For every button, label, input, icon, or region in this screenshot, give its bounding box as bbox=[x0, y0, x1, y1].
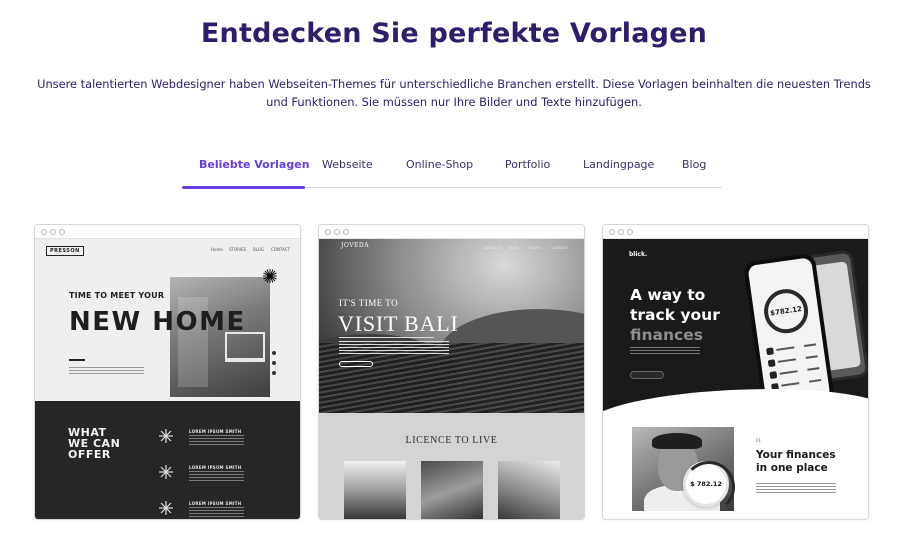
preview-headline: A way to track your finances bbox=[630, 286, 720, 344]
tab-blog[interactable]: Blog bbox=[682, 158, 706, 171]
page-subtitle: Unsere talentierten Webdesigner haben We… bbox=[37, 77, 871, 109]
tab-webseite[interactable]: Webseite bbox=[322, 158, 373, 171]
browser-bar bbox=[319, 225, 584, 239]
template-preview: JOVEDA ABOUT US BLOG TOURS CONTACT IT'S … bbox=[319, 239, 584, 519]
preview-section-title: WHAT WE CAN OFFER bbox=[68, 426, 121, 461]
preview-logo: PRESSON bbox=[46, 246, 84, 256]
preview-nav-item: TOURS bbox=[529, 246, 542, 250]
tab-portfolio[interactable]: Portfolio bbox=[505, 158, 550, 171]
tab-beliebte-vorlagen[interactable]: Beliebte Vorlagen bbox=[199, 158, 310, 171]
gallery-photo bbox=[498, 461, 560, 519]
service-title: LOREM IPSUM SMITH bbox=[189, 465, 242, 470]
window-dot-icon bbox=[618, 229, 624, 235]
preview-gallery: LICENCE TO LIVE bbox=[319, 413, 584, 519]
gallery-photo bbox=[344, 461, 406, 519]
preview-hero: JOVEDA ABOUT US BLOG TOURS CONTACT IT'S … bbox=[319, 239, 584, 413]
preview-hero: PRESSON Home STORIES BLOG CONTACT TIME T… bbox=[35, 239, 300, 401]
preview-hero: blick. A way to track your finances $782… bbox=[603, 239, 868, 421]
tab-landingpage[interactable]: Landingpage bbox=[583, 158, 654, 171]
building-photo bbox=[170, 277, 270, 397]
gallery-photo bbox=[421, 461, 483, 519]
window-dot-icon bbox=[627, 229, 633, 235]
preview-logo: blick. bbox=[629, 251, 648, 258]
preview-headline: NEW HOME bbox=[69, 307, 246, 337]
preview-kicker: IT'S TIME TO bbox=[339, 298, 399, 308]
tab-online-shop[interactable]: Online-Shop bbox=[406, 158, 473, 171]
preview-section-title: Your finances in one place bbox=[756, 449, 836, 474]
window-dot-icon bbox=[334, 229, 340, 235]
service-title: LOREM IPSUM SMITH bbox=[189, 501, 242, 506]
preview-nav-item: CONTACT bbox=[551, 246, 568, 250]
burst-icon bbox=[159, 501, 173, 515]
preview-logo: JOVEDA bbox=[341, 242, 370, 249]
balance-badge: $ 782.12 bbox=[683, 461, 735, 513]
facebook-icon bbox=[272, 361, 276, 365]
window-dot-icon bbox=[59, 229, 65, 235]
preview-headline: VISIT BALI bbox=[338, 311, 459, 336]
template-category-tabs: Beliebte Vorlagen Webseite Online-Shop P… bbox=[182, 152, 722, 189]
preview-section-title: LICENCE TO LIVE bbox=[405, 435, 498, 446]
twitter-icon bbox=[272, 351, 276, 355]
preview-cta-button bbox=[630, 371, 664, 379]
sunburst-icon bbox=[263, 269, 277, 283]
template-preview: blick. A way to track your finances $782… bbox=[603, 239, 868, 519]
browser-bar bbox=[35, 225, 300, 239]
preview-nav-item: ABOUT US bbox=[484, 246, 503, 250]
window-dot-icon bbox=[41, 229, 47, 235]
instagram-icon bbox=[272, 371, 276, 375]
preview-nav-item: CONTACT bbox=[271, 247, 290, 252]
window-dot-icon bbox=[325, 229, 331, 235]
preview-nav-item: STORIES bbox=[229, 247, 247, 252]
template-card-blick[interactable]: blick. A way to track your finances $782… bbox=[602, 224, 869, 520]
browser-bar bbox=[603, 225, 868, 239]
template-preview: PRESSON Home STORIES BLOG CONTACT TIME T… bbox=[35, 239, 300, 519]
window-dot-icon bbox=[343, 229, 349, 235]
burst-icon bbox=[159, 429, 173, 443]
balance-ring: $782.12 bbox=[761, 286, 811, 337]
window-dot-icon bbox=[50, 229, 56, 235]
page-title: Entdecken Sie perfekte Vorlagen bbox=[200, 18, 708, 49]
preview-kicker: TIME TO MEET YOUR bbox=[69, 291, 165, 300]
preview-nav-item: Home bbox=[211, 247, 223, 252]
window-dot-icon bbox=[609, 229, 615, 235]
preview-nav-item: BLOG bbox=[253, 247, 265, 252]
template-card-presson[interactable]: PRESSON Home STORIES BLOG CONTACT TIME T… bbox=[34, 224, 301, 520]
preview-services: WHAT WE CAN OFFER LOREM IPSUM SMITH LORE… bbox=[35, 401, 300, 519]
service-title: LOREM IPSUM SMITH bbox=[189, 429, 242, 434]
active-tab-indicator bbox=[182, 186, 305, 189]
preview-nav-item: BLOG bbox=[509, 246, 519, 250]
burst-icon bbox=[159, 465, 173, 479]
section-number: 01 bbox=[756, 438, 762, 443]
template-card-joveda[interactable]: JOVEDA ABOUT US BLOG TOURS CONTACT IT'S … bbox=[318, 224, 585, 520]
